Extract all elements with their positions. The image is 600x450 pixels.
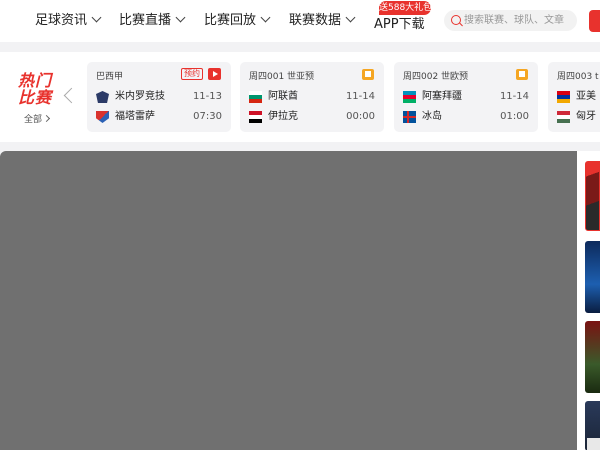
- chevron-down-icon: [91, 12, 102, 23]
- nav-news[interactable]: 足球资讯: [35, 0, 102, 42]
- team-crest-icon: [96, 91, 109, 103]
- flag-icon: [249, 111, 262, 123]
- side-thumbnails: [577, 151, 600, 450]
- league-name: 巴西甲: [96, 72, 124, 82]
- team-row: 福塔雷萨 07:30: [96, 109, 226, 125]
- chevron-down-icon: [260, 12, 271, 23]
- chat-icon[interactable]: [362, 69, 374, 80]
- team-name: 匈牙: [576, 111, 596, 122]
- reserve-tag[interactable]: 预约: [181, 68, 203, 80]
- match-time: 07:30: [193, 111, 222, 122]
- match-date: 11-13: [192, 91, 222, 102]
- play-icon[interactable]: [208, 68, 221, 80]
- nav-replay[interactable]: 比赛回放: [204, 0, 271, 42]
- chat-icon[interactable]: [516, 69, 528, 80]
- scrollbar-corner: [587, 438, 600, 450]
- match-time: 01:00: [500, 111, 529, 122]
- video-thumbnail[interactable]: [585, 241, 600, 313]
- team-name: 福塔雷萨: [115, 111, 155, 122]
- search-icon: [451, 15, 461, 25]
- team-name: 阿联酋: [268, 91, 298, 102]
- hot-matches-title: 热门 比赛: [18, 71, 53, 107]
- team-row: 阿塞拜疆 11-14: [403, 89, 533, 105]
- nav-replay-label: 比赛回放: [204, 13, 257, 28]
- match-card[interactable]: 巴西甲 预约 米内罗竞技 11-13 福塔雷萨 07:30: [87, 62, 231, 132]
- team-name: 阿塞拜疆: [422, 91, 462, 102]
- search-box[interactable]: [444, 10, 577, 31]
- flag-icon: [249, 91, 262, 103]
- app-download-label: APP下载: [374, 17, 425, 32]
- video-thumbnail[interactable]: [585, 161, 600, 231]
- nav-league-data-label: 联赛数据: [289, 13, 342, 28]
- match-card[interactable]: 周四002 世欧预 阿塞拜疆 11-14 冰岛 01:00: [394, 62, 538, 132]
- chevron-down-icon: [175, 12, 186, 23]
- flag-icon: [403, 111, 416, 123]
- nav-live[interactable]: 比赛直播: [119, 0, 186, 42]
- team-row: 匈牙: [557, 109, 600, 125]
- video-thumbnail[interactable]: [585, 321, 600, 393]
- chevron-right-icon: [42, 114, 51, 123]
- nav-news-label: 足球资讯: [35, 13, 88, 28]
- team-name: 亚美: [576, 91, 596, 102]
- nav-live-label: 比赛直播: [119, 13, 172, 28]
- team-row: 米内罗竞技 11-13: [96, 89, 226, 105]
- league-name: 周四001 世亚预: [249, 72, 315, 82]
- match-time: 00:00: [346, 111, 375, 122]
- nav-league-data[interactable]: 联赛数据: [289, 0, 356, 42]
- view-all-link[interactable]: 全部: [24, 112, 51, 125]
- login-button[interactable]: [589, 10, 600, 32]
- search-input[interactable]: [464, 10, 574, 31]
- match-card[interactable]: 周四001 世亚预 阿联酋 11-14 伊拉克 00:00: [240, 62, 384, 132]
- team-row: 阿联酋 11-14: [249, 89, 379, 105]
- hot-matches: 热门 比赛 全部 巴西甲 预约 米内罗竞技 11-13 福塔雷萨 07:30 周…: [0, 52, 600, 142]
- team-row: 冰岛 01:00: [403, 109, 533, 125]
- team-crest-icon: [96, 111, 109, 123]
- team-name: 冰岛: [422, 111, 442, 122]
- league-name: 周四002 世欧预: [403, 72, 469, 82]
- chevron-down-icon: [345, 12, 356, 23]
- chevron-left-icon[interactable]: [63, 87, 80, 104]
- team-name: 伊拉克: [268, 111, 298, 122]
- flag-icon: [557, 111, 570, 123]
- league-name: 周四003 t: [557, 72, 599, 82]
- team-name: 米内罗竞技: [115, 91, 165, 102]
- flag-icon: [403, 91, 416, 103]
- team-row: 亚美: [557, 89, 600, 105]
- top-nav: 足球资讯 比赛直播 比赛回放 联赛数据 送588大礼包 APP下载: [0, 0, 600, 42]
- match-card[interactable]: 周四003 t 亚美 匈牙: [548, 62, 600, 132]
- match-date: 11-14: [499, 91, 529, 102]
- video-player-area[interactable]: [0, 151, 577, 450]
- match-date: 11-14: [345, 91, 375, 102]
- flag-icon: [557, 91, 570, 103]
- team-row: 伊拉克 00:00: [249, 109, 379, 125]
